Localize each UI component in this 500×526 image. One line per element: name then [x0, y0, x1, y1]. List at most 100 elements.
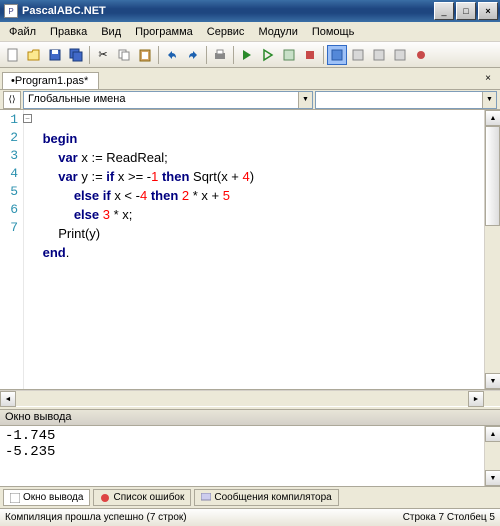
line-number: 2: [0, 130, 23, 148]
scroll-thumb[interactable]: [485, 126, 500, 226]
horizontal-scrollbar[interactable]: ◄ ►: [0, 390, 500, 406]
redo-button[interactable]: [183, 45, 203, 65]
close-button[interactable]: ×: [478, 2, 498, 20]
output-icon: [10, 493, 20, 503]
step-out-button[interactable]: [369, 45, 389, 65]
save-button[interactable]: [45, 45, 65, 65]
breakpoint-button[interactable]: [411, 45, 431, 65]
code-text: y :=: [78, 169, 107, 184]
scroll-down-button[interactable]: ▼: [485, 470, 500, 486]
paste-button[interactable]: [135, 45, 155, 65]
line-number: 4: [0, 166, 23, 184]
member-label: [316, 92, 482, 108]
kw-then: then: [147, 188, 178, 203]
step-over-button[interactable]: [348, 45, 368, 65]
num-literal: 4: [243, 169, 250, 184]
stop-button[interactable]: [300, 45, 320, 65]
app-icon: P: [4, 4, 18, 18]
menu-modules[interactable]: Модули: [251, 24, 304, 40]
scroll-up-button[interactable]: ▲: [485, 426, 500, 442]
member-dropdown-icon[interactable]: ▼: [482, 92, 496, 108]
toolbar: ✂: [0, 42, 500, 68]
kw-begin: begin: [43, 131, 78, 146]
scroll-up-button[interactable]: ▲: [485, 110, 500, 126]
open-file-button[interactable]: [24, 45, 44, 65]
code-text: * x +: [189, 188, 223, 203]
menu-bar: Файл Правка Вид Программа Сервис Модули …: [0, 22, 500, 42]
code-text: * x;: [110, 207, 132, 222]
print-button[interactable]: [210, 45, 230, 65]
title-bar: P PascalABC.NET _ □ ×: [0, 0, 500, 22]
save-all-button[interactable]: [66, 45, 86, 65]
line-number: 3: [0, 148, 23, 166]
menu-view[interactable]: Вид: [94, 24, 128, 40]
tab-messages[interactable]: Сообщения компилятора: [194, 489, 338, 506]
toolbar-separator: [89, 46, 90, 64]
scroll-track[interactable]: [485, 442, 500, 470]
member-select[interactable]: ▼: [315, 91, 497, 109]
toolbar-separator: [206, 46, 207, 64]
message-icon: [201, 493, 211, 503]
new-file-button[interactable]: [3, 45, 23, 65]
menu-edit[interactable]: Правка: [43, 24, 94, 40]
cut-button[interactable]: ✂: [93, 45, 113, 65]
tab-label: •Program1.pas*: [11, 75, 88, 87]
run-button[interactable]: [237, 45, 257, 65]
menu-help[interactable]: Помощь: [305, 24, 362, 40]
window-buttons: _ □ ×: [434, 2, 498, 20]
output-vertical-scrollbar[interactable]: ▲ ▼: [484, 426, 500, 486]
line-gutter: 1 2 3 4 5 6 7: [0, 110, 24, 389]
num-literal: 3: [103, 207, 110, 222]
scroll-track[interactable]: [16, 391, 468, 406]
maximize-button[interactable]: □: [456, 2, 476, 20]
tab-errors[interactable]: Список ошибок: [93, 489, 191, 506]
line-number: 6: [0, 202, 23, 220]
code-text: ): [250, 169, 254, 184]
compile-button[interactable]: [279, 45, 299, 65]
output-text[interactable]: -1.745 -5.235: [0, 426, 484, 486]
undo-button[interactable]: [162, 45, 182, 65]
tab-program1[interactable]: •Program1.pas*: [2, 72, 99, 89]
kw-else: else: [74, 188, 99, 203]
menu-file[interactable]: Файл: [2, 24, 43, 40]
code-text: x >= -: [114, 169, 151, 184]
scope-bar: ⟨⟩ Глобальные имена ▼ ▼: [0, 90, 500, 110]
kw-then: then: [158, 169, 189, 184]
fold-toggle[interactable]: −: [23, 114, 32, 123]
scroll-down-button[interactable]: ▼: [485, 373, 500, 389]
scope-label: Глобальные имена: [24, 92, 298, 108]
minimize-button[interactable]: _: [434, 2, 454, 20]
menu-service[interactable]: Сервис: [200, 24, 252, 40]
scroll-right-button[interactable]: ►: [468, 391, 484, 407]
code-text: Sqrt(x +: [189, 169, 242, 184]
tab-output[interactable]: Окно вывода: [3, 489, 90, 506]
scrollbar-corner: [484, 391, 500, 406]
kw-var: var: [58, 150, 78, 165]
num-literal: 5: [223, 188, 230, 203]
error-icon: [100, 493, 110, 503]
code-area[interactable]: − begin var x := ReadReal; var y := if x…: [24, 110, 484, 389]
step-into-button[interactable]: [327, 45, 347, 65]
toolbar-separator: [158, 46, 159, 64]
close-tab-button[interactable]: ×: [480, 70, 496, 86]
document-tab-bar: •Program1.pas* ×: [0, 68, 500, 90]
kw-var: var: [58, 169, 78, 184]
scope-dropdown-icon[interactable]: ▼: [298, 92, 312, 108]
code-text: Print(y): [58, 226, 100, 241]
output-panel-title: Окно вывода: [0, 410, 500, 426]
scroll-left-button[interactable]: ◄: [0, 391, 16, 407]
scope-select[interactable]: Глобальные имена ▼: [23, 91, 313, 109]
toolbar-separator: [233, 46, 234, 64]
run-to-cursor-button[interactable]: [390, 45, 410, 65]
run-noargs-button[interactable]: [258, 45, 278, 65]
window-title: PascalABC.NET: [22, 5, 434, 17]
scroll-track[interactable]: [485, 126, 500, 373]
line-number: 7: [0, 220, 23, 238]
copy-button[interactable]: [114, 45, 134, 65]
scope-icon-button[interactable]: ⟨⟩: [3, 91, 21, 109]
bottom-tab-bar: Окно вывода Список ошибок Сообщения комп…: [0, 486, 500, 508]
status-cursor-position: Строка 7 Столбец 5: [403, 512, 495, 523]
vertical-scrollbar[interactable]: ▲ ▼: [484, 110, 500, 389]
kw-end: end: [43, 245, 66, 260]
menu-program[interactable]: Программа: [128, 24, 200, 40]
